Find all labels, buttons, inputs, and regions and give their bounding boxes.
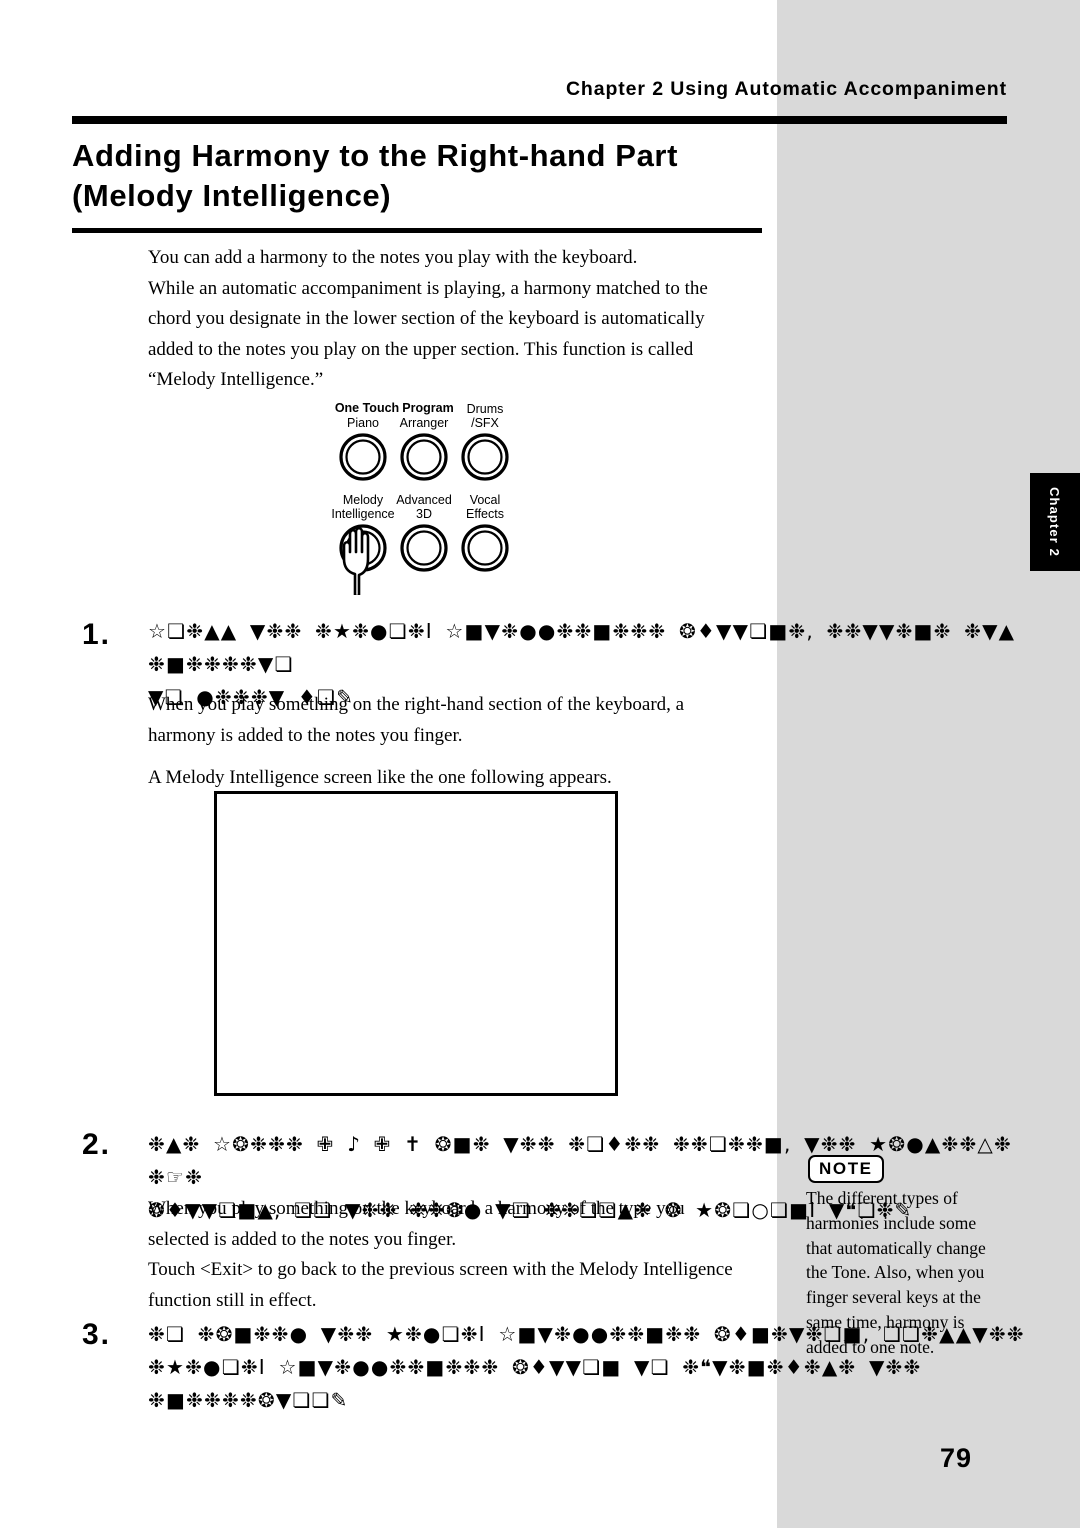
step-2-body-line: Touch <Exit> to go back to the previous …: [148, 1259, 733, 1280]
panel-label-3d: 3D: [416, 507, 432, 521]
step-1-body-line: A Melody Intelligence screen like the on…: [148, 767, 612, 788]
note-body: The different types of harmonies include…: [806, 1186, 1006, 1360]
page-number: 79: [940, 1443, 973, 1473]
panel-group-program: Program: [402, 401, 453, 415]
panel-label-intelligence: Intelligence: [331, 507, 394, 521]
panel-label-advanced: Advanced: [396, 493, 452, 507]
step-1-body: When you play something on the right-han…: [148, 690, 768, 794]
panel-label-melody: Melody: [343, 493, 384, 507]
step-number: 2.: [82, 1128, 112, 1161]
intro-line: “Melody Intelligence.”: [148, 369, 324, 390]
panel-label-arranger: Arranger: [400, 416, 449, 430]
page-title-line1: Adding Harmony to the Right-hand Part: [72, 138, 679, 173]
pointing-hand-icon: [342, 526, 370, 595]
note-line: finger several keys at the: [806, 1287, 981, 1308]
running-header: Chapter 2 Using Automatic Accompaniment: [565, 78, 1007, 100]
header-rule: [72, 116, 1007, 124]
panel-button-vocal-effects: [461, 524, 509, 572]
lcd-screen-figure: [214, 791, 618, 1096]
step-2-body-line: When you play something on the keyboard,…: [148, 1198, 685, 1219]
step-1-body-line: harmony is added to the notes you finger…: [148, 724, 463, 746]
chapter-side-tab-label: Chapter 2: [1047, 487, 1063, 557]
chapter-side-tab: Chapter 2: [1030, 473, 1080, 571]
note-badge: NOTE: [808, 1155, 884, 1183]
manual-page: Chapter 2 Using Automatic Accompaniment …: [0, 0, 1080, 1528]
panel-label-vocal: Vocal: [470, 493, 501, 507]
page-title-line2: (Melody Intelligence): [72, 178, 392, 213]
step-number: 3.: [82, 1318, 112, 1351]
panel-button-drums-sfx: [461, 433, 509, 481]
panel-button-advanced-3d: [400, 524, 448, 572]
title-rule: [72, 228, 762, 233]
intro-paragraph: You can add a harmony to the notes you p…: [148, 243, 758, 396]
intro-line: While an automatic accompaniment is play…: [148, 277, 708, 299]
page-title: Adding Harmony to the Right-hand Part (M…: [72, 136, 772, 216]
step-number: 1.: [82, 618, 112, 651]
note-line: same time, harmony is: [806, 1311, 965, 1332]
intro-line: added to the notes you play on the upper…: [148, 338, 694, 360]
panel-group-one-touch: One Touch: [335, 401, 399, 415]
panel-button-arranger: [400, 433, 448, 481]
note-line: added to one note.: [806, 1336, 935, 1357]
panel-illustration-svg: One Touch Program Piano Arranger Drums /…: [331, 401, 509, 595]
intro-line: You can add a harmony to the notes you p…: [148, 247, 638, 268]
panel-button-piano: [339, 433, 387, 481]
panel-illustration: One Touch Program Piano Arranger Drums /…: [325, 400, 535, 595]
note-line: harmonies include some: [806, 1212, 977, 1233]
step-2-heading-line: ❉▲❉ ☆❂❉❉❉ ✙ ♪ ✙ ✝ ❂■❉ ▼❉❉ ❉❏♦❉❉ ❉❉❏❉❉■, …: [148, 1132, 1012, 1189]
step-1-heading-line: ☆❏❉▲▲ ▼❉❉ ❉★❉●❏❉I ☆■▼❉●●❉❉■❉❉❉ ❂♦▼▼❏■❉, …: [148, 619, 1016, 676]
step-3-heading-line: ❉★❉●❏❉I ☆■▼❉●●❉❉■❉❉❉ ❂♦▼▼❏■ ▼❏ ❉❝▼❉■❉♦❉▲…: [148, 1355, 922, 1412]
step-2-body-line: function still in effect.: [148, 1289, 317, 1311]
panel-label-sfx: /SFX: [471, 416, 499, 430]
note-line: The different types of: [806, 1188, 958, 1208]
step-2-body-line: selected is added to the notes you finge…: [148, 1228, 457, 1250]
note-line: the Tone. Also, when you: [806, 1262, 985, 1283]
step-1-body-line: When you play something on the right-han…: [148, 694, 685, 715]
panel-label-piano: Piano: [347, 416, 379, 430]
panel-label-drums: Drums: [467, 402, 504, 416]
panel-label-effects: Effects: [466, 507, 504, 521]
intro-line: chord you designate in the lower section…: [148, 308, 705, 329]
note-line: that automatically change: [806, 1237, 986, 1258]
step-2-body: When you play something on the keyboard,…: [148, 1194, 768, 1316]
